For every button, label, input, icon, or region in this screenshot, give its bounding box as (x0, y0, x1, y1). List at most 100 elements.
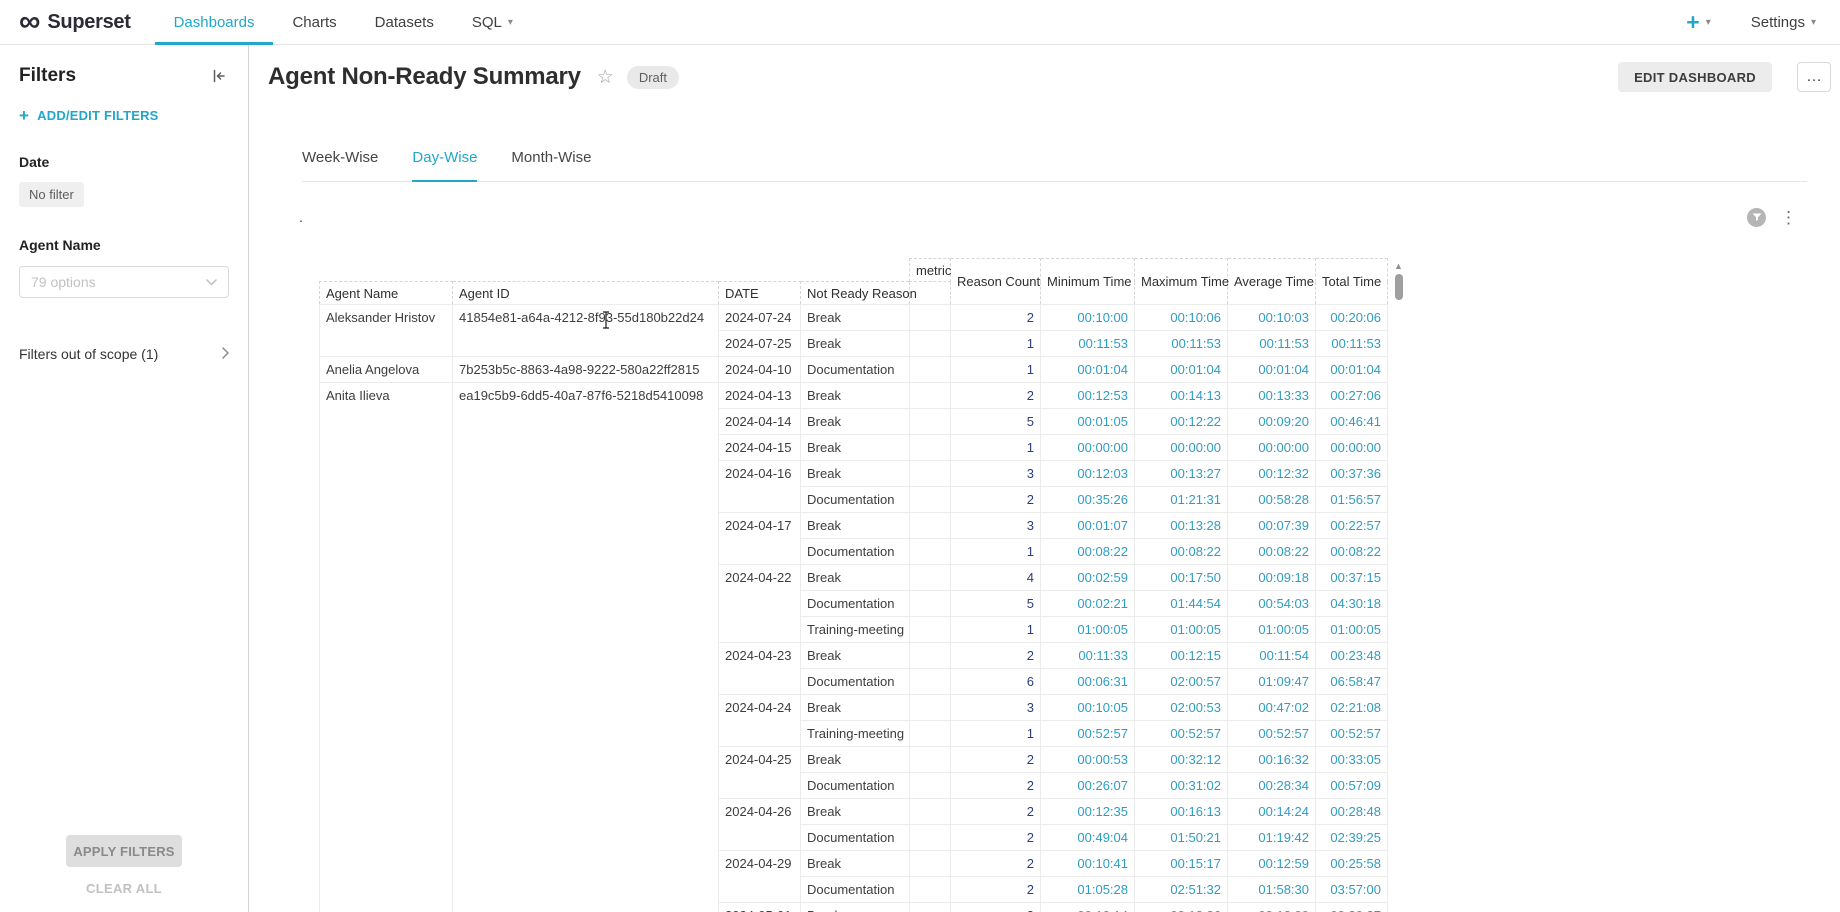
cell-reason-count[interactable]: 2 (951, 825, 1041, 851)
cell-time-value[interactable]: 00:52:57 (1135, 721, 1228, 747)
cell-time-value[interactable]: 03:57:00 (1316, 877, 1388, 903)
cell-time-value[interactable]: 00:11:54 (1228, 643, 1316, 669)
cell-time-value[interactable]: 02:00:57 (1135, 669, 1228, 695)
cell-time-value[interactable]: 00:22:57 (1316, 513, 1388, 539)
scroll-up-icon[interactable]: ▲ (1392, 261, 1405, 271)
cell-time-value[interactable]: 00:58:28 (1228, 487, 1316, 513)
superset-logo[interactable]: ∞ Superset (0, 0, 141, 44)
cell-reason-count[interactable]: 1 (951, 539, 1041, 565)
cell-time-value[interactable]: 01:58:30 (1228, 877, 1316, 903)
cell-reason-count[interactable]: 2 (951, 305, 1041, 331)
cell-time-value[interactable]: 00:12:59 (1228, 851, 1316, 877)
cell-time-value[interactable]: 00:49:04 (1041, 825, 1135, 851)
agent-name-select[interactable]: 79 options (19, 266, 229, 298)
cell-time-value[interactable]: 00:26:07 (1041, 773, 1135, 799)
filters-out-of-scope[interactable]: Filters out of scope (1) (19, 346, 229, 362)
cell-time-value[interactable]: 00:01:07 (1041, 513, 1135, 539)
cell-time-value[interactable]: 00:11:53 (1041, 331, 1135, 357)
cell-reason-count[interactable]: 3 (951, 513, 1041, 539)
cell-reason-count[interactable]: 2 (951, 877, 1041, 903)
cell-time-value[interactable]: 00:18:26 (1135, 903, 1228, 912)
cell-time-value[interactable]: 00:17:50 (1135, 565, 1228, 591)
cell-time-value[interactable]: 00:12:53 (1041, 383, 1135, 409)
cell-time-value[interactable]: 00:10:00 (1041, 305, 1135, 331)
cell-time-value[interactable]: 00:13:28 (1135, 513, 1228, 539)
cell-time-value[interactable]: 01:21:31 (1135, 487, 1228, 513)
cell-time-value[interactable]: 00:52:57 (1041, 721, 1135, 747)
collapse-filters-icon[interactable] (209, 66, 229, 86)
cell-time-value[interactable]: 02:00:53 (1135, 695, 1228, 721)
cell-time-value[interactable]: 00:20:06 (1316, 305, 1388, 331)
cell-time-value[interactable]: 00:28:34 (1228, 773, 1316, 799)
nav-item-dashboards[interactable]: Dashboards (155, 0, 274, 44)
tab-month-wise[interactable]: Month-Wise (511, 149, 591, 181)
cell-reason-count[interactable]: 1 (951, 331, 1041, 357)
cell-reason-count[interactable]: 5 (951, 409, 1041, 435)
cell-time-value[interactable]: 01:00:05 (1135, 617, 1228, 643)
cell-time-value[interactable]: 00:08:22 (1228, 539, 1316, 565)
cell-time-value[interactable]: 01:00:05 (1041, 617, 1135, 643)
cell-time-value[interactable]: 00:37:36 (1316, 461, 1388, 487)
cell-time-value[interactable]: 00:16:32 (1228, 747, 1316, 773)
cell-time-value[interactable]: 00:10:41 (1041, 851, 1135, 877)
cell-time-value[interactable]: 00:12:15 (1135, 643, 1228, 669)
cell-time-value[interactable]: 00:16:13 (1135, 799, 1228, 825)
cell-time-value[interactable]: 00:31:02 (1135, 773, 1228, 799)
cell-time-value[interactable]: 00:08:22 (1316, 539, 1388, 565)
cell-time-value[interactable]: 01:05:28 (1041, 877, 1135, 903)
cell-time-value[interactable]: 00:11:53 (1316, 331, 1388, 357)
cell-time-value[interactable]: 00:12:35 (1041, 799, 1135, 825)
cell-time-value[interactable]: 04:30:18 (1316, 591, 1388, 617)
cell-time-value[interactable]: 06:58:47 (1316, 669, 1388, 695)
nav-item-datasets[interactable]: Datasets (356, 0, 453, 44)
cell-time-value[interactable]: 00:47:02 (1228, 695, 1316, 721)
cell-time-value[interactable]: 01:19:42 (1228, 825, 1316, 851)
tab-week-wise[interactable]: Week-Wise (302, 149, 378, 181)
cell-reason-count[interactable]: 2 (951, 851, 1041, 877)
cell-time-value[interactable]: 00:23:48 (1316, 643, 1388, 669)
cell-time-value[interactable]: 00:12:03 (1041, 461, 1135, 487)
cell-reason-count[interactable]: 2 (951, 383, 1041, 409)
cell-time-value[interactable]: 00:35:26 (1041, 487, 1135, 513)
cell-time-value[interactable]: 00:00:53 (1041, 747, 1135, 773)
clear-all-button[interactable]: CLEAR ALL (0, 881, 248, 896)
cell-reason-count[interactable]: 1 (951, 435, 1041, 461)
settings-menu[interactable]: Settings ▾ (1751, 14, 1816, 31)
cell-time-value[interactable]: 00:06:31 (1041, 669, 1135, 695)
cell-time-value[interactable]: 00:52:57 (1316, 721, 1388, 747)
cell-time-value[interactable]: 00:10:06 (1135, 305, 1228, 331)
date-filter-value[interactable]: No filter (19, 182, 84, 207)
cell-time-value[interactable]: 00:14:24 (1228, 799, 1316, 825)
cell-time-value[interactable]: 00:00:00 (1135, 435, 1228, 461)
cell-reason-count[interactable]: 2 (951, 799, 1041, 825)
cell-time-value[interactable]: 00:33:05 (1316, 747, 1388, 773)
cell-time-value[interactable]: 00:01:04 (1316, 357, 1388, 383)
cell-time-value[interactable]: 00:10:05 (1041, 695, 1135, 721)
cell-time-value[interactable]: 02:51:32 (1135, 877, 1228, 903)
nav-item-sql[interactable]: SQL▾ (453, 0, 532, 44)
cell-reason-count[interactable]: 3 (951, 461, 1041, 487)
cell-time-value[interactable]: 00:10:03 (1228, 305, 1316, 331)
cell-time-value[interactable]: 00:09:20 (1228, 409, 1316, 435)
cell-reason-count[interactable]: 1 (951, 357, 1041, 383)
cell-time-value[interactable]: 00:11:33 (1041, 643, 1135, 669)
cell-time-value[interactable]: 00:13:33 (1228, 383, 1316, 409)
cell-reason-count[interactable]: 2 (951, 643, 1041, 669)
cell-reason-count[interactable]: 3 (951, 695, 1041, 721)
cell-reason-count[interactable]: 1 (951, 721, 1041, 747)
cell-time-value[interactable]: 00:00:00 (1228, 435, 1316, 461)
cell-time-value[interactable]: 00:07:39 (1228, 513, 1316, 539)
cell-time-value[interactable]: 00:12:22 (1135, 409, 1228, 435)
cell-reason-count[interactable]: 2 (951, 773, 1041, 799)
cell-time-value[interactable]: 01:00:05 (1228, 617, 1316, 643)
tab-day-wise[interactable]: Day-Wise (412, 149, 477, 182)
cell-time-value[interactable]: 00:10:14 (1041, 903, 1135, 912)
favorite-star-icon[interactable]: ☆ (597, 66, 614, 89)
apply-filters-button[interactable]: APPLY FILTERS (66, 835, 182, 867)
cell-time-value[interactable]: 00:01:04 (1041, 357, 1135, 383)
cell-time-value[interactable]: 00:13:09 (1228, 903, 1316, 912)
cell-time-value[interactable]: 00:46:41 (1316, 409, 1388, 435)
chart-options-icon[interactable]: ⋮ (1780, 209, 1797, 226)
cell-time-value[interactable]: 00:09:18 (1228, 565, 1316, 591)
cell-reason-count[interactable]: 4 (951, 565, 1041, 591)
